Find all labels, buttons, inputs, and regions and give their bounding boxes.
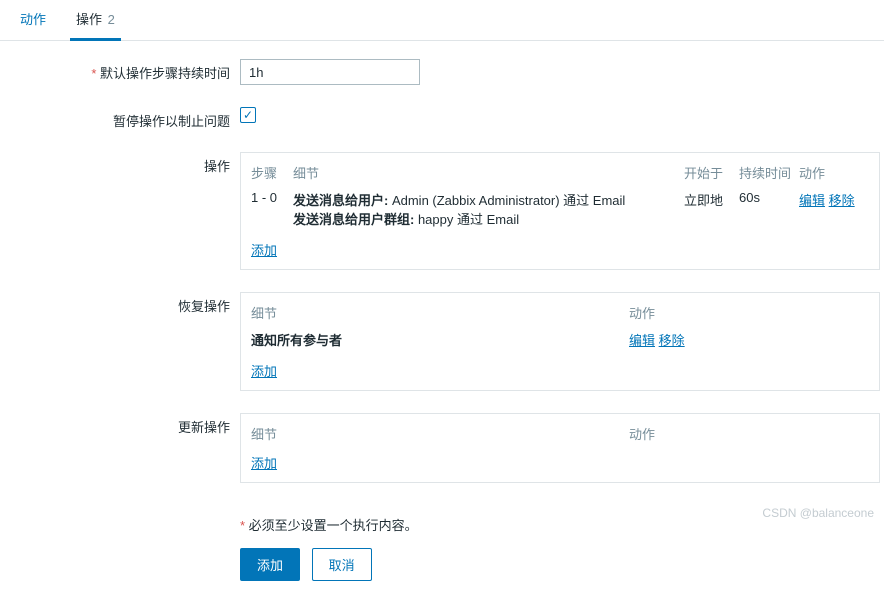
input-default-step-duration[interactable]	[240, 59, 420, 85]
label-pause: 暂停操作以制止问题	[14, 107, 240, 130]
checkbox-pause[interactable]: ✓	[240, 107, 256, 123]
cell-steps: 1 - 0	[251, 188, 293, 230]
detail2-rest: happy 通过 Email	[414, 212, 519, 227]
operations-box: 步骤 细节 开始于 持续时间 动作 1 - 0 发送消息给用户: Admin (…	[240, 152, 880, 270]
update-add-link[interactable]: 添加	[251, 453, 277, 472]
label-default-step-duration: 默认操作步骤持续时间	[14, 59, 240, 82]
recovery-row: 通知所有参与者 编辑 移除	[251, 328, 869, 351]
operation-row: 1 - 0 发送消息给用户: Admin (Zabbix Administrat…	[251, 188, 869, 230]
recovery-edit-link[interactable]: 编辑	[629, 333, 655, 348]
upd-hdr-action: 动作	[629, 422, 869, 449]
detail1-rest: Admin (Zabbix Administrator) 通过 Email	[388, 193, 625, 208]
rec-hdr-action: 动作	[629, 301, 869, 328]
tab-action[interactable]: 动作	[14, 1, 52, 41]
tab-operations-label: 操作	[76, 12, 102, 27]
recovery-remove-link[interactable]: 移除	[659, 333, 685, 348]
operation-remove-link[interactable]: 移除	[829, 193, 855, 208]
cell-details: 发送消息给用户: Admin (Zabbix Administrator) 通过…	[293, 188, 684, 230]
detail2-label: 发送消息给用户群组:	[293, 212, 414, 227]
rec-hdr-details: 细节	[251, 301, 629, 328]
form: 默认操作步骤持续时间 暂停操作以制止问题 ✓ 操作 步骤 细节 开始于 持续时间…	[0, 41, 884, 609]
detail1-label: 发送消息给用户:	[293, 193, 388, 208]
hdr-steps: 步骤	[251, 161, 293, 188]
cancel-button[interactable]: 取消	[312, 548, 372, 581]
update-box: 细节 动作 添加	[240, 413, 880, 483]
label-operations: 操作	[14, 152, 240, 175]
cell-start-in: 立即地	[684, 188, 739, 230]
operation-edit-link[interactable]: 编辑	[799, 193, 825, 208]
submit-button[interactable]: 添加	[240, 548, 300, 581]
hdr-duration: 持续时间	[739, 161, 799, 188]
upd-hdr-details: 细节	[251, 422, 629, 449]
hdr-start-in: 开始于	[684, 161, 739, 188]
recovery-detail: 通知所有参与者	[251, 328, 629, 351]
tab-bar: 动作 操作 2	[0, 0, 884, 41]
hdr-details: 细节	[293, 161, 684, 188]
recovery-add-link[interactable]: 添加	[251, 361, 277, 380]
hdr-action: 动作	[799, 161, 869, 188]
label-recovery: 恢复操作	[14, 292, 240, 315]
tab-operations[interactable]: 操作 2	[70, 1, 121, 41]
cell-duration: 60s	[739, 188, 799, 230]
tab-operations-count: 2	[108, 12, 115, 27]
label-update: 更新操作	[14, 413, 240, 436]
operation-add-link[interactable]: 添加	[251, 240, 277, 259]
recovery-box: 细节 动作 通知所有参与者 编辑 移除 添加	[240, 292, 880, 391]
required-note: * 必须至少设置一个执行内容。	[240, 515, 870, 534]
